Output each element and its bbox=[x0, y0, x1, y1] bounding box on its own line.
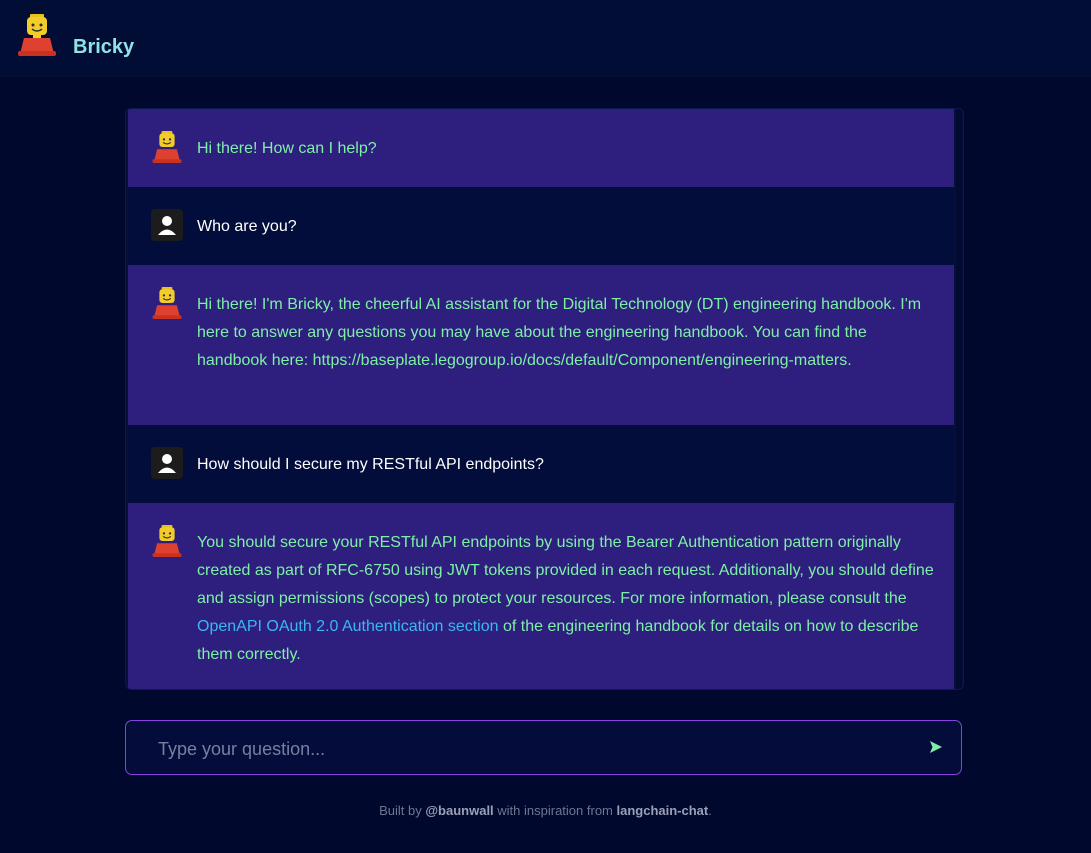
message-bot: Hi there! How can I help? bbox=[128, 109, 954, 187]
chat-scrollbar[interactable] bbox=[956, 109, 962, 689]
user-avatar-icon bbox=[151, 209, 183, 241]
lego-minifigure-icon bbox=[18, 14, 56, 56]
message-user: Who are you? bbox=[128, 187, 954, 265]
message-text: How should I secure my RESTful API endpo… bbox=[197, 456, 544, 473]
top-bar: Bricky bbox=[0, 0, 1091, 76]
message-text: Who are you? bbox=[197, 218, 297, 235]
message-text-before: You should secure your RESTful API endpo… bbox=[197, 534, 934, 607]
message-bot: You should secure your RESTful API endpo… bbox=[128, 503, 954, 689]
bot-avatar-icon bbox=[152, 525, 182, 557]
project-link[interactable]: langchain-chat bbox=[617, 803, 709, 818]
bot-avatar-icon bbox=[152, 287, 182, 319]
chat-panel: Hi there! How can I help? Who are you? H… bbox=[125, 108, 964, 690]
message-text: You should secure your RESTful API endpo… bbox=[197, 529, 937, 669]
send-arrow-icon[interactable] bbox=[926, 737, 946, 757]
message-text: Hi there! I'm Bricky, the cheerful AI as… bbox=[197, 296, 922, 369]
message-text: Hi there! How can I help? bbox=[197, 140, 377, 157]
handbook-link[interactable]: OpenAPI OAuth 2.0 Authentication section bbox=[197, 618, 499, 635]
footer-suffix: . bbox=[708, 803, 712, 818]
footer-middle: with inspiration from bbox=[493, 803, 617, 818]
message-user: How should I secure my RESTful API endpo… bbox=[128, 425, 954, 503]
question-input-box bbox=[125, 720, 962, 775]
author-link[interactable]: @baunwall bbox=[425, 803, 493, 818]
bot-avatar-icon bbox=[152, 131, 182, 163]
app-title: Bricky bbox=[73, 36, 135, 58]
footer-prefix: Built by bbox=[379, 803, 426, 818]
user-avatar-icon bbox=[151, 447, 183, 479]
message-bot: Hi there! I'm Bricky, the cheerful AI as… bbox=[128, 265, 954, 425]
question-input[interactable] bbox=[156, 735, 900, 763]
footer: Built by @baunwall with inspiration from… bbox=[0, 803, 1091, 818]
